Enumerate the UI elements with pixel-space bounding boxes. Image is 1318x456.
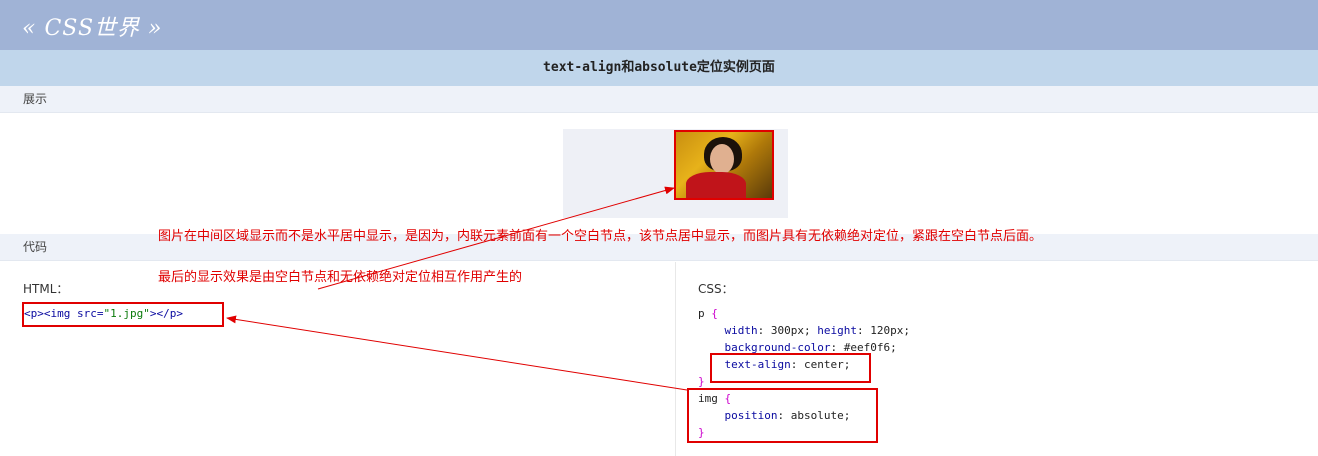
arrow-to-html <box>226 315 688 391</box>
annotation-arrows <box>226 186 688 391</box>
arrow-to-image <box>317 186 675 290</box>
